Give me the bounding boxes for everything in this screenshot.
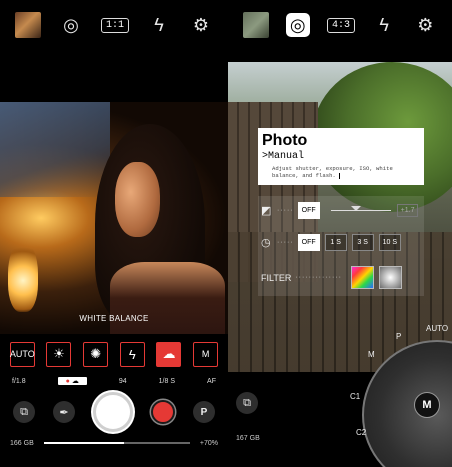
iso-value[interactable]: 94: [119, 378, 127, 385]
left-camera-screen: ◎ 1:1 ϟ ⚙ WHITE BALANCE AUTO ☀ ✺ ϟ ☁ M f…: [0, 0, 228, 467]
shutter-button[interactable]: [93, 392, 133, 432]
wb-bright-button[interactable]: ✺: [83, 341, 109, 367]
exposure-icon: ◩: [261, 205, 272, 217]
wb-auto-button[interactable]: AUTO: [9, 341, 35, 367]
dial-label-c1: C1: [350, 392, 361, 401]
bright-sun-icon: ✺: [90, 346, 102, 361]
filter-label: FILTER: [261, 272, 292, 283]
capture-controls: ⧉ ✒ P: [0, 392, 228, 432]
mode-title: Photo: [262, 132, 308, 149]
storage-right: 167 GB: [236, 435, 260, 442]
dial-center-mode[interactable]: M: [414, 392, 440, 418]
lens-icon[interactable]: ◎: [285, 13, 310, 37]
settings-panel: ◩ ····· OFF +1.7 ◷ ····· OFF 1 S 3 S 10 …: [258, 196, 424, 296]
wb-setting-indicator[interactable]: ● ☁: [57, 377, 87, 385]
left-top-toolbar: ◎ 1:1 ϟ ⚙: [0, 0, 228, 50]
lens-icon[interactable]: ◎: [59, 13, 83, 37]
gallery-thumbnail[interactable]: [242, 12, 269, 38]
wb-sun-button[interactable]: ☀: [46, 341, 72, 367]
dial-label-auto: AUTO: [426, 324, 449, 333]
right-top-toolbar: ◎ 4:3 ϟ ⚙: [228, 0, 452, 50]
timer-10s-button[interactable]: 10 S: [378, 234, 402, 251]
exposure-off-button[interactable]: OFF: [297, 202, 320, 219]
exposure-settings-row: f/1.8 ● ☁ 94 1/8 S AF: [0, 374, 228, 388]
timer-1s-button[interactable]: 1 S: [324, 234, 347, 251]
storage-left: 166 GB: [10, 439, 34, 447]
status-row: 166 GB +70%: [0, 436, 228, 450]
folder-icon[interactable]: ⧉: [13, 401, 35, 423]
viewfinder-photo[interactable]: [0, 102, 228, 334]
mode-subtitle: >Manual: [262, 151, 305, 162]
shutter-speed-value[interactable]: 1/8 S: [159, 378, 175, 385]
filter-row: FILTER ··············: [261, 266, 421, 289]
program-mode-button[interactable]: P: [193, 401, 215, 423]
timer-icon: ◷: [261, 237, 271, 249]
focus-mode-value[interactable]: AF: [207, 378, 216, 385]
folder-icon[interactable]: ⧉: [236, 392, 258, 414]
subject-body: [110, 262, 225, 334]
dial-label-p: P: [396, 332, 402, 341]
subject-face: [115, 162, 160, 237]
zoom-slider[interactable]: [43, 442, 191, 444]
pen-icon[interactable]: ✒: [53, 401, 75, 423]
light-bulb: [8, 242, 38, 312]
cloud-icon: ☁: [71, 378, 79, 385]
right-camera-screen: ◎ 4:3 ϟ ⚙ Photo >Manual Adjust shutter, …: [228, 0, 452, 467]
wb-cloud-button[interactable]: ☁: [156, 341, 182, 367]
settings-gear-icon[interactable]: ⚙: [189, 13, 213, 37]
exposure-slider[interactable]: [330, 206, 391, 211]
wb-flash-button[interactable]: ϟ: [119, 341, 145, 367]
dial-label-m: M: [368, 350, 375, 359]
mode-info-card: Photo >Manual Adjust shutter, exposure, …: [258, 128, 424, 185]
timer-row: ◷ ····· OFF 1 S 3 S 10 S: [261, 234, 421, 251]
aperture-value[interactable]: f/1.8: [12, 378, 26, 385]
exposure-value: +1.7: [396, 204, 419, 217]
timer-3s-button[interactable]: 3 S: [351, 234, 374, 251]
record-button[interactable]: [151, 400, 175, 424]
settings-gear-icon[interactable]: ⚙: [413, 13, 437, 37]
flash-icon[interactable]: ϟ: [372, 13, 396, 37]
zoom-level: +70%: [199, 439, 218, 447]
red-dot-icon: ●: [65, 378, 70, 385]
mono-filter-swatch[interactable]: [378, 266, 402, 289]
color-filter-swatch[interactable]: [350, 266, 374, 289]
dial-label-c2: C2: [356, 428, 367, 437]
flash-icon[interactable]: ϟ: [147, 13, 171, 37]
gallery-thumbnail[interactable]: [14, 12, 41, 38]
sun-icon: ☀: [53, 346, 65, 361]
mode-description: Adjust shutter, exposure, ISO, white bal…: [272, 165, 393, 179]
flash-icon: ϟ: [128, 346, 136, 362]
white-balance-label: WHITE BALANCE: [79, 314, 149, 323]
white-balance-options: AUTO ☀ ✺ ϟ ☁ M: [0, 340, 228, 368]
window-light: [0, 102, 110, 197]
cloud-icon: ☁: [162, 346, 176, 361]
exposure-row: ◩ ····· OFF +1.7: [261, 202, 421, 219]
aspect-ratio-button[interactable]: 1:1: [100, 17, 129, 33]
aspect-ratio-button[interactable]: 4:3: [326, 17, 355, 33]
wb-manual-button[interactable]: M: [193, 341, 219, 367]
timer-off-button[interactable]: OFF: [297, 234, 320, 251]
